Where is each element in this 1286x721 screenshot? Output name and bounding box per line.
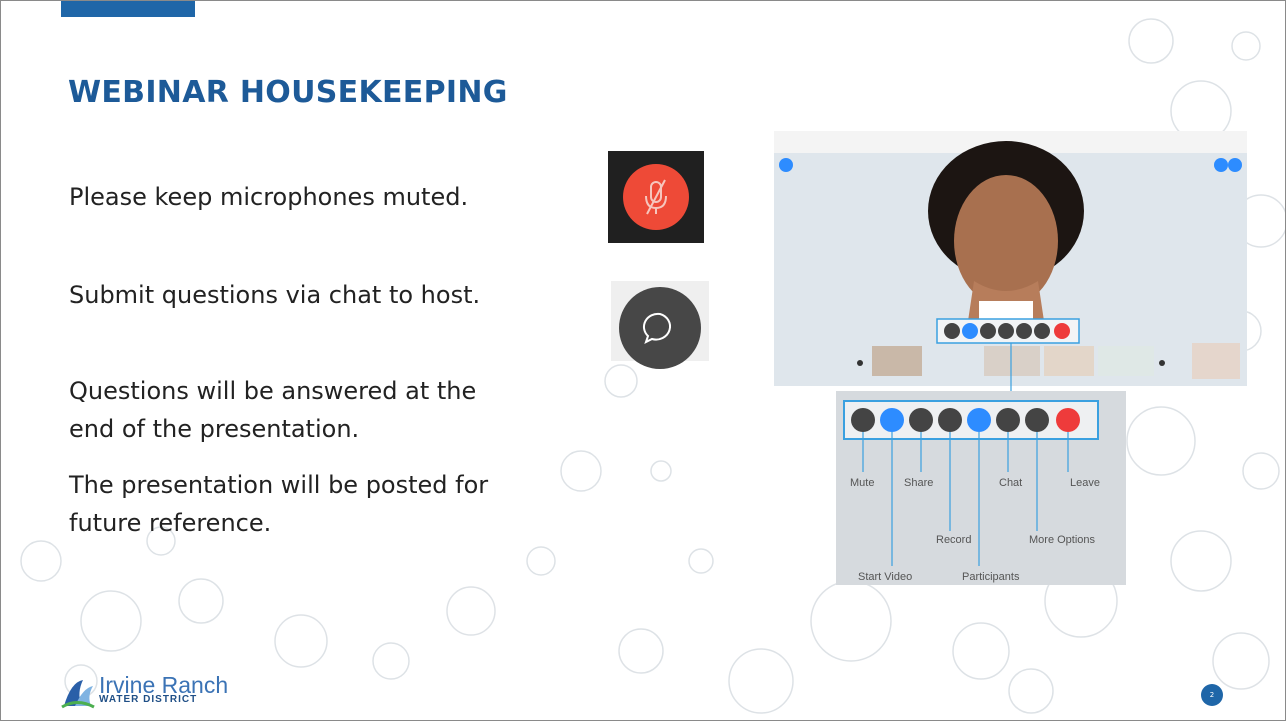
water-drop-logo-icon [61, 680, 95, 709]
slide-title: WEBINAR HOUSEKEEPING [68, 75, 508, 110]
accent-bar [61, 1, 195, 17]
mute-button-icon [851, 408, 875, 432]
participants-button-icon [967, 408, 991, 432]
label-chat: Chat [999, 477, 1022, 489]
share-button-icon [909, 408, 933, 432]
record-button-icon [938, 408, 962, 432]
label-leave: Leave [1070, 477, 1100, 489]
text-posted-line-1: The presentation will be posted for [69, 471, 489, 499]
microphone-muted-icon [623, 164, 689, 230]
leave-button-icon [1056, 408, 1080, 432]
label-participants: Participants [962, 571, 1020, 583]
zoom-view-icon [1214, 158, 1228, 172]
chat-button-icon [996, 408, 1020, 432]
more-options-button-icon [1025, 408, 1049, 432]
label-mute: Mute [850, 477, 874, 489]
start-video-button-icon [880, 408, 904, 432]
zoom-fullscreen-icon [1228, 158, 1242, 172]
text-questions-line-1: Questions will be answered at the [69, 377, 477, 405]
label-share: Share [904, 477, 933, 489]
text-mute-reminder: Please keep microphones muted. [69, 183, 469, 211]
label-record: Record [936, 534, 971, 546]
slide: WEBINAR HOUSEKEEPING Please keep microph… [0, 0, 1286, 721]
text-posted-line-2: future reference. [69, 509, 272, 537]
text-questions-line-2: end of the presentation. [69, 415, 360, 443]
label-more-options: More Options [1029, 534, 1096, 546]
chat-icon-panel [611, 281, 709, 369]
page-number-badge: 2 [1201, 684, 1223, 706]
logo-subtitle: WATER DISTRICT [99, 694, 198, 705]
chat-bubble-icon [619, 287, 701, 369]
presenter-face [954, 175, 1058, 307]
zoom-window-icon [779, 158, 793, 172]
text-chat-reminder: Submit questions via chat to host. [69, 281, 481, 309]
label-start-video: Start Video [858, 571, 912, 583]
microphone-muted-icon-panel [608, 151, 704, 243]
zoom-controls-screenshot: Mute Share Chat Leave Record More Option… [774, 131, 1247, 585]
irvine-ranch-logo: Irvine Ranch WATER DISTRICT [61, 672, 241, 716]
